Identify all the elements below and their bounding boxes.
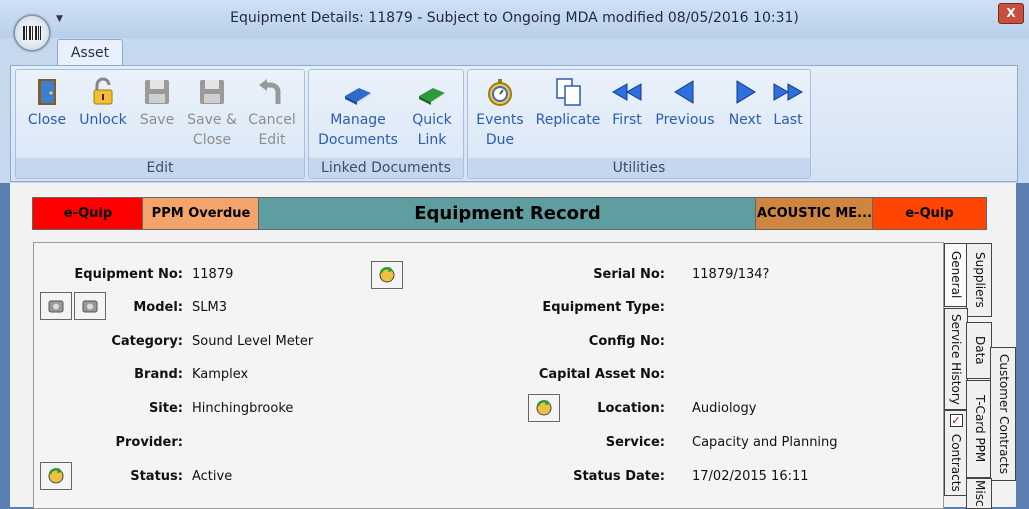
provider-label: Provider: [115, 435, 183, 450]
category-value[interactable]: Sound Level Meter [192, 334, 313, 349]
refresh-globe-icon [48, 468, 64, 484]
brand-value[interactable]: Kamplex [192, 367, 248, 382]
close-button[interactable]: Close [22, 76, 72, 130]
green-book-icon [419, 88, 445, 105]
last-button[interactable]: Last [768, 76, 808, 130]
serial-no-value[interactable]: 11879/134? [692, 267, 769, 282]
padlock-icon [93, 77, 113, 105]
floppy-disk-close-icon [200, 80, 224, 104]
status-value[interactable]: Active [192, 469, 232, 484]
tab-service-history[interactable]: Service History [944, 308, 968, 410]
status-history-button[interactable] [40, 462, 72, 490]
quick-access-dropdown-icon[interactable]: ▼ [56, 14, 63, 24]
service-value[interactable]: Capacity and Planning [692, 435, 838, 450]
status-date-value[interactable]: 17/02/2015 16:11 [692, 469, 809, 484]
tab-customer-contracts[interactable]: Customer Contracts [990, 347, 1016, 481]
utilities-group-label: Utilities [468, 158, 810, 178]
edit-group-label: Edit [16, 158, 304, 178]
double-arrow-right-icon [773, 83, 804, 101]
serial-no-label: Serial No: [593, 267, 665, 282]
previous-button[interactable]: Previous [652, 76, 718, 130]
copy-pages-icon [556, 78, 581, 106]
utilities-group: Events Due Replicate First Previous Next… [467, 69, 811, 179]
quick-link-button[interactable]: Quick Link [405, 76, 459, 150]
equipment-type-label: Equipment Type: [542, 300, 665, 315]
double-arrow-left-icon [611, 83, 642, 101]
blue-book-icon [345, 88, 371, 105]
contracts-checkbox[interactable]: ✓ [949, 414, 963, 428]
refresh-globe-icon [536, 400, 552, 416]
location-history-button[interactable] [528, 394, 560, 422]
next-button[interactable]: Next [722, 76, 768, 130]
status-banner: e-Quip PPM Overdue Equipment Record ACOU… [32, 197, 987, 230]
location-label: Location: [597, 401, 665, 416]
status-date-label: Status Date: [573, 469, 665, 484]
banner-equipment-record: Equipment Record [258, 197, 757, 230]
model-picture-button[interactable] [40, 292, 72, 320]
banner-equip-right: e-Quip [872, 197, 987, 230]
window-title: Equipment Details: 11879 - Subject to On… [230, 10, 799, 26]
tab-general[interactable]: General [944, 243, 968, 307]
replicate-button[interactable]: Replicate [532, 76, 604, 130]
equipment-history-button[interactable] [371, 261, 403, 289]
window-close-button[interactable]: X [998, 3, 1024, 24]
camera-secondary-icon [82, 300, 98, 313]
save-and-close-button[interactable]: Save & Close [182, 76, 242, 150]
site-label: Site: [148, 401, 183, 416]
events-due-button[interactable]: Events Due [472, 76, 528, 150]
model-document-button[interactable] [74, 292, 106, 320]
tab-misc[interactable]: Misc [966, 478, 992, 509]
arrow-left-icon [674, 80, 694, 104]
linked-documents-group: Manage Documents Quick Link Linked Docum… [308, 69, 464, 179]
tab-contracts[interactable]: ✓ Contracts [944, 410, 968, 496]
cancel-edit-button[interactable]: Cancel Edit [242, 76, 302, 150]
brand-label: Brand: [134, 367, 183, 382]
equipment-no-label: Equipment No: [74, 267, 183, 282]
model-value[interactable]: SLM3 [192, 300, 227, 315]
tab-tcard-ppm[interactable]: T-Card PPM [966, 380, 992, 478]
capital-asset-no-label: Capital Asset No: [538, 367, 665, 382]
unlock-button[interactable]: Unlock [74, 76, 132, 130]
tab-contracts-label: Contracts [949, 433, 963, 492]
site-value[interactable]: Hinchingbrooke [192, 401, 293, 416]
equipment-no-value[interactable]: 11879 [192, 267, 233, 282]
manage-documents-button[interactable]: Manage Documents [313, 76, 403, 150]
tab-data[interactable]: Data [966, 322, 992, 379]
ribbon-panel: Close Unlock Save Save & Close Cancel Ed… [10, 65, 1018, 182]
app-barcode-icon[interactable] [14, 15, 50, 51]
linked-documents-group-label: Linked Documents [309, 158, 463, 178]
tab-asset[interactable]: Asset [57, 39, 123, 66]
floppy-disk-icon [145, 80, 169, 104]
stopwatch-icon [488, 79, 512, 106]
arrow-right-icon [736, 80, 756, 104]
undo-arrow-icon [259, 79, 281, 104]
banner-ppm-overdue: PPM Overdue [142, 197, 260, 230]
first-button[interactable]: First [606, 76, 648, 130]
location-value[interactable]: Audiology [692, 401, 756, 416]
tab-suppliers[interactable]: Suppliers [966, 243, 992, 317]
config-no-label: Config No: [588, 334, 665, 349]
banner-equip-left: e-Quip [32, 197, 144, 230]
save-button[interactable]: Save [134, 76, 180, 130]
service-label: Service: [605, 435, 665, 450]
banner-acoustic: ACOUSTIC ME... [755, 197, 874, 230]
door-icon [38, 79, 56, 105]
camera-icon [48, 300, 64, 313]
category-label: Category: [111, 334, 183, 349]
refresh-globe-icon [379, 267, 395, 283]
edit-group: Close Unlock Save Save & Close Cancel Ed… [15, 69, 305, 179]
